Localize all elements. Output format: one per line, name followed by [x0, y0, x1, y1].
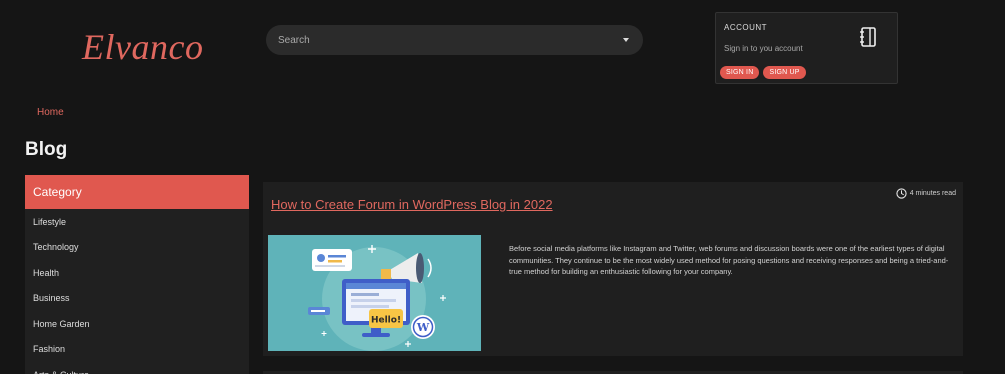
account-subtitle: Sign in to you account [724, 44, 803, 53]
category-sidebar: Category Lifestyle Technology Health Bus… [25, 175, 249, 374]
forum-illustration: Hello! W [308, 245, 446, 351]
site-logo[interactable]: Elvanco [82, 26, 203, 68]
notebook-icon [860, 27, 876, 47]
account-title: ACCOUNT [724, 23, 768, 32]
category-item[interactable]: Home Garden [25, 311, 249, 337]
read-time: 4 minutes read [896, 188, 956, 199]
page-title: Blog [25, 139, 68, 160]
chevron-down-icon[interactable] [623, 38, 629, 42]
post-thumbnail[interactable]: Hello! W [268, 235, 481, 351]
search-bar[interactable]: Search [266, 25, 643, 55]
sign-up-button[interactable]: SIGN UP [763, 66, 806, 79]
category-item[interactable]: Fashion [25, 337, 249, 363]
account-panel: ACCOUNT Sign in to you account SIGN IN S… [715, 12, 898, 84]
clock-icon [896, 188, 907, 199]
search-input[interactable]: Search [278, 35, 623, 46]
category-item[interactable]: Lifestyle [25, 209, 249, 235]
breadcrumb-home[interactable]: Home [37, 107, 64, 118]
category-header: Category [25, 175, 249, 209]
category-item[interactable]: Arts & Culture [25, 362, 249, 374]
read-time-text: 4 minutes read [909, 190, 956, 197]
category-item[interactable]: Technology [25, 235, 249, 261]
category-item[interactable]: Health [25, 260, 249, 286]
post-excerpt: Before social media platforms like Insta… [509, 244, 949, 276]
category-item[interactable]: Business [25, 286, 249, 312]
thumbnail-hello-text: Hello! [371, 316, 401, 326]
sign-in-button[interactable]: SIGN IN [720, 66, 760, 79]
post-card: How to Create Forum in WordPress Blog in… [263, 182, 963, 356]
svg-text:W: W [416, 321, 430, 334]
post-title-link[interactable]: How to Create Forum in WordPress Blog in… [271, 197, 553, 212]
